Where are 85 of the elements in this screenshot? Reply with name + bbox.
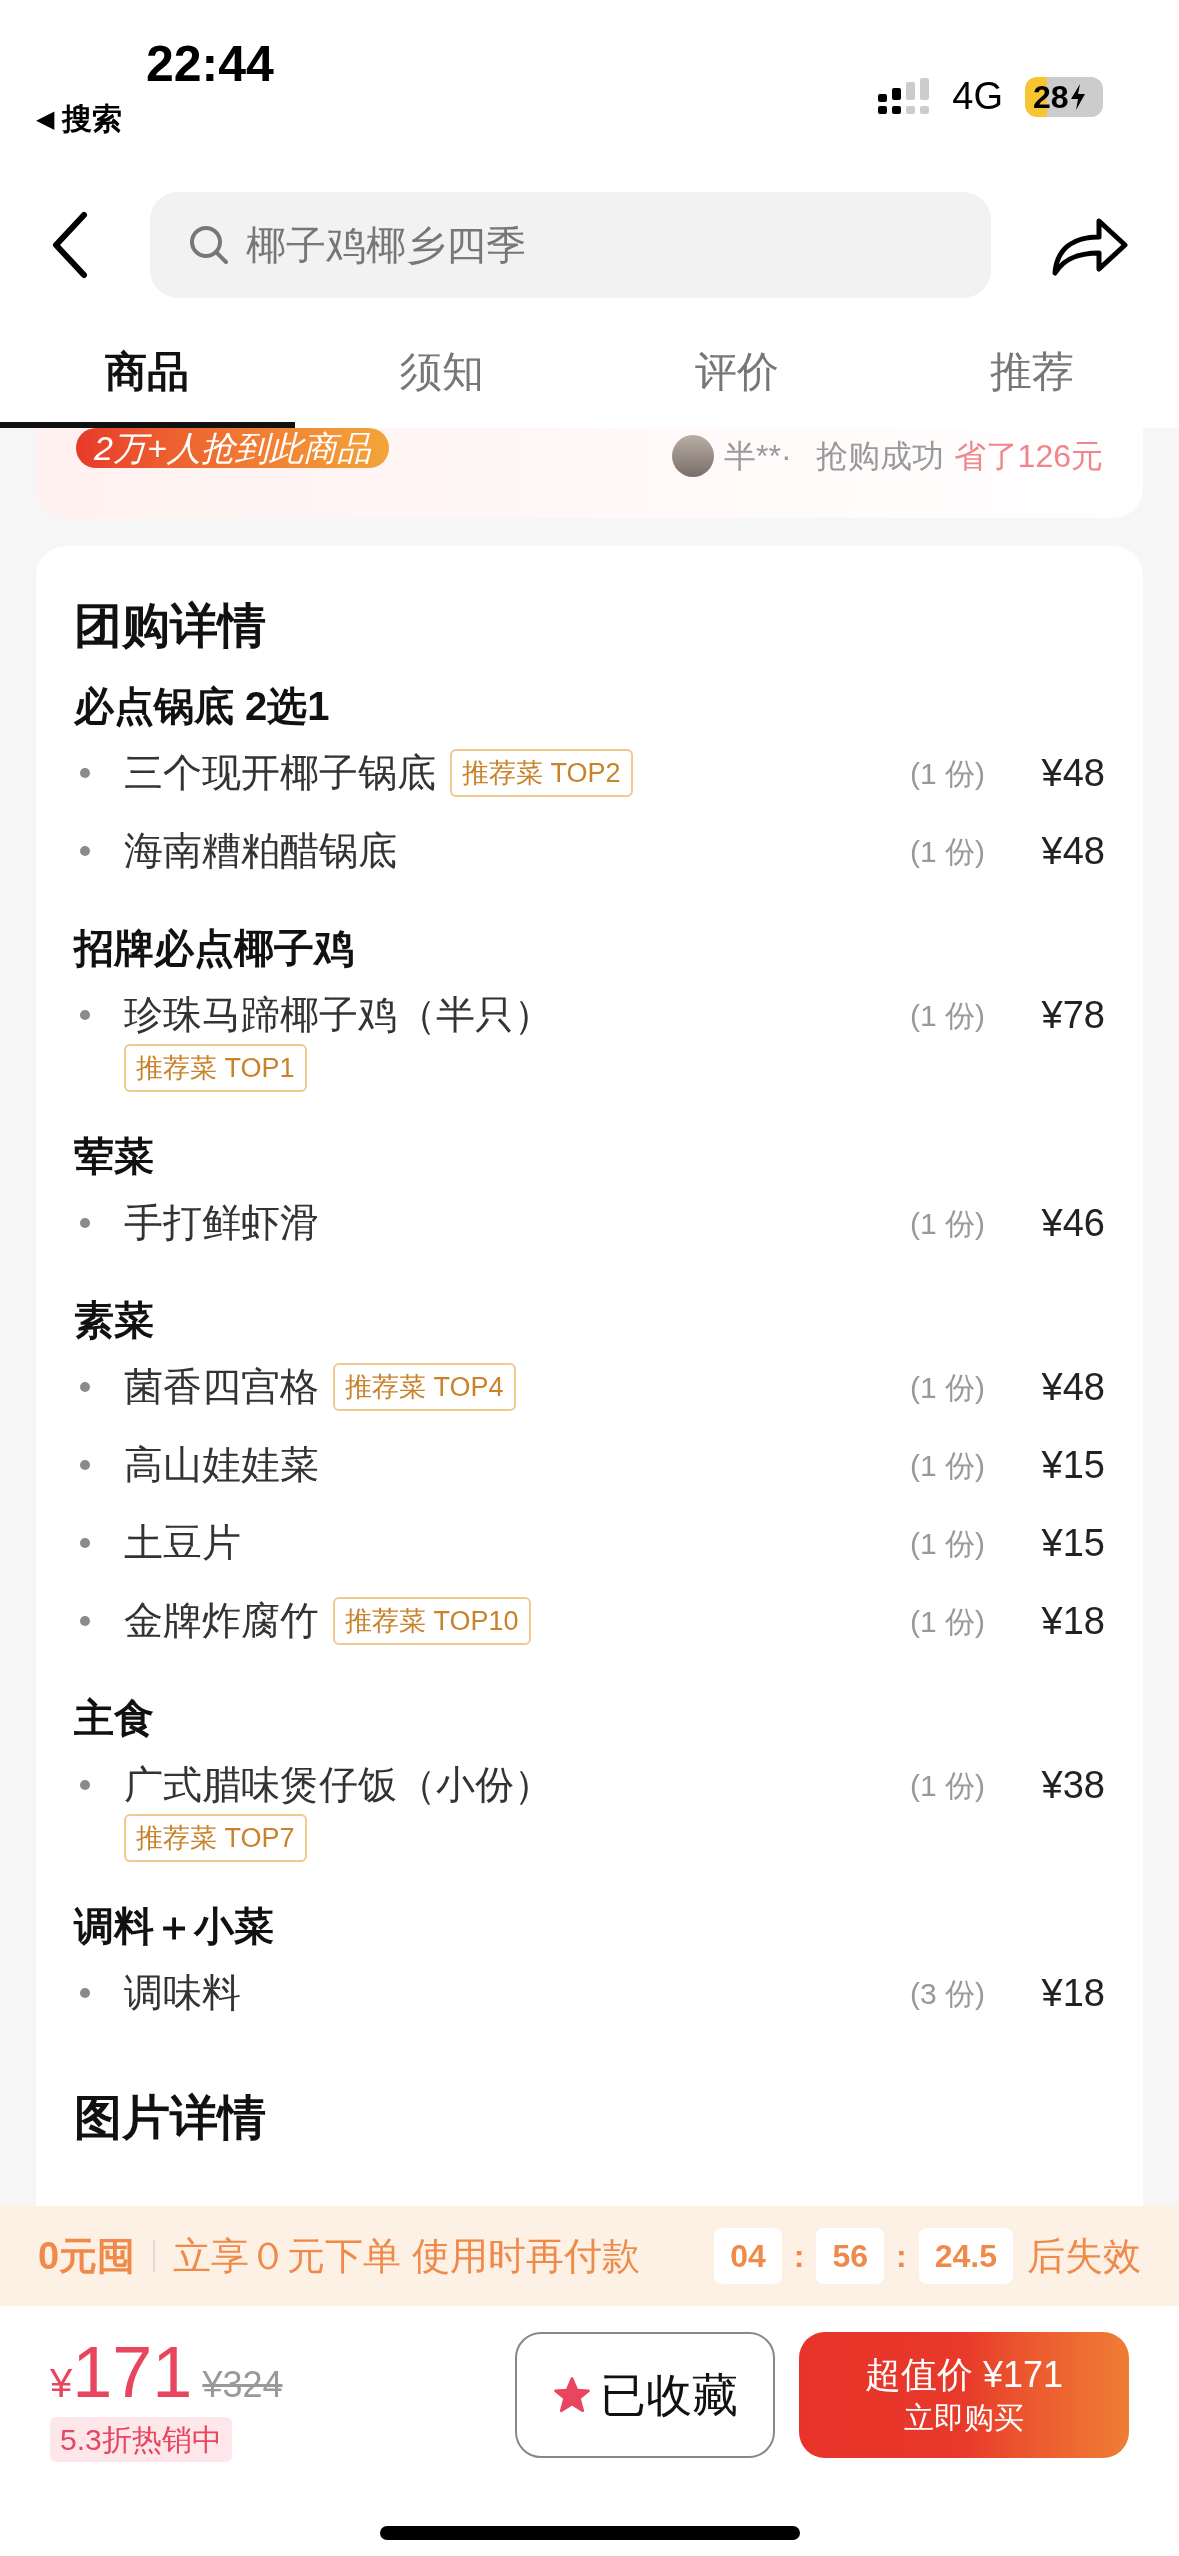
item-name: 广式腊味煲仔饭（小份）	[124, 1761, 553, 1808]
clock-time: 22:44	[146, 35, 274, 94]
recommend-tag: 推荐菜 TOP4	[333, 1363, 516, 1411]
item-quantity: (1 份)	[910, 1603, 985, 1640]
bullet-icon	[80, 1616, 90, 1626]
item-quantity: (1 份)	[910, 1525, 985, 1562]
item-price: ¥18	[1040, 1970, 1105, 2016]
recommend-tag: 推荐菜 TOP7	[124, 1814, 307, 1862]
currency-symbol: ¥	[50, 2360, 73, 2407]
search-icon	[188, 224, 230, 266]
item-name: 高山娃娃菜	[124, 1441, 319, 1488]
item-price: ¥15	[1040, 1520, 1105, 1566]
star-icon	[552, 2375, 592, 2415]
back-icon[interactable]	[50, 211, 90, 279]
item-quantity: (3 份)	[910, 1975, 985, 2012]
item-quantity: (1 份)	[910, 1447, 985, 1484]
item-quantity: (1 份)	[910, 1205, 985, 1242]
section-title: 图片详情	[74, 2090, 267, 2146]
item-price: ¥48	[1040, 1364, 1105, 1410]
tab[interactable]: 评价	[589, 320, 885, 428]
recommend-tag: 推荐菜 TOP2	[450, 749, 633, 797]
group-title: 素菜	[74, 1297, 155, 1344]
bullet-icon	[80, 1538, 90, 1548]
item-quantity: (1 份)	[910, 755, 985, 792]
tab[interactable]: 须知	[294, 320, 590, 428]
countdown-digits: 24.5	[918, 2228, 1013, 2284]
recommend-tag: 推荐菜 TOP10	[333, 1597, 531, 1645]
discount-badge: 5.3折热销中	[50, 2417, 232, 2462]
bullet-icon	[80, 846, 90, 856]
item-price: ¥15	[1040, 1442, 1105, 1488]
buyer-name: 半**·	[724, 437, 792, 476]
item-price: ¥48	[1040, 750, 1105, 796]
back-to-app-link[interactable]: 搜索	[62, 96, 122, 141]
item-quantity: (1 份)	[910, 1767, 985, 1804]
network-label: 4G	[952, 74, 1003, 119]
countdown-separator: :	[896, 2237, 907, 2276]
item-name: 三个现开椰子锅底	[124, 749, 436, 796]
bullet-icon	[80, 1460, 90, 1470]
item-name: 珍珠马蹄椰子鸡（半只）	[124, 991, 553, 1038]
original-price: ¥324	[202, 2363, 283, 2407]
savings-text: 省了126元	[953, 437, 1103, 476]
item-price: ¥38	[1040, 1762, 1105, 1808]
item-quantity: (1 份)	[910, 1369, 985, 1406]
user-avatar	[672, 435, 715, 477]
bullet-icon	[80, 768, 90, 778]
item-quantity: (1 份)	[910, 997, 985, 1034]
bullet-icon	[80, 1988, 90, 1998]
purchase-status: 抢购成功	[815, 437, 944, 476]
group-title: 招牌必点椰子鸡	[74, 925, 355, 972]
bullet-icon	[80, 1010, 90, 1020]
expiry-label: 后失效	[1027, 2233, 1141, 2279]
tab[interactable]: 推荐	[884, 320, 1179, 428]
item-price: ¥18	[1040, 1598, 1105, 1644]
countdown-separator: :	[793, 2237, 805, 2276]
countdown-digits: 04	[714, 2228, 782, 2284]
current-price: 171	[72, 2332, 193, 2412]
group-title: 必点锅底 2选1	[74, 683, 331, 730]
item-price: ¥48	[1040, 828, 1105, 874]
buy-now-button[interactable]: 超值价 ¥171 立即购买	[799, 2332, 1129, 2458]
favorite-button[interactable]: 已收藏	[515, 2332, 775, 2458]
item-name: 手打鲜虾滑	[124, 1199, 319, 1246]
item-name: 调味料	[124, 1969, 241, 2016]
item-price: ¥78	[1040, 992, 1105, 1038]
group-title: 调料＋小菜	[74, 1903, 275, 1950]
bullet-icon	[80, 1780, 90, 1790]
back-arrow-icon[interactable]: ◀	[36, 100, 54, 137]
item-price: ¥46	[1040, 1200, 1105, 1246]
signal-icon	[878, 77, 931, 116]
bullet-icon	[80, 1382, 90, 1392]
countdown-digits: 56	[816, 2228, 885, 2284]
charging-icon	[1068, 82, 1087, 111]
section-title: 团购详情	[74, 598, 267, 654]
promo-logo: 0元囤	[38, 2233, 136, 2279]
item-name: 土豆片	[124, 1519, 241, 1566]
bullet-icon	[80, 1218, 90, 1228]
search-field[interactable]: 椰子鸡椰乡四季	[150, 192, 991, 298]
item-quantity: (1 份)	[910, 833, 985, 870]
group-title: 荤菜	[74, 1133, 155, 1180]
item-name: 金牌炸腐竹	[124, 1597, 319, 1644]
recommend-tag: 推荐菜 TOP1	[124, 1044, 307, 1092]
group-title: 主食	[74, 1695, 155, 1742]
item-name: 海南糟粕醋锅底	[124, 827, 397, 874]
sales-badge: 2万+人抢到此商品	[76, 428, 389, 468]
item-name: 菌香四宫格	[124, 1363, 319, 1410]
promo-text: 立享０元下单 使用时再付款	[173, 2233, 640, 2279]
